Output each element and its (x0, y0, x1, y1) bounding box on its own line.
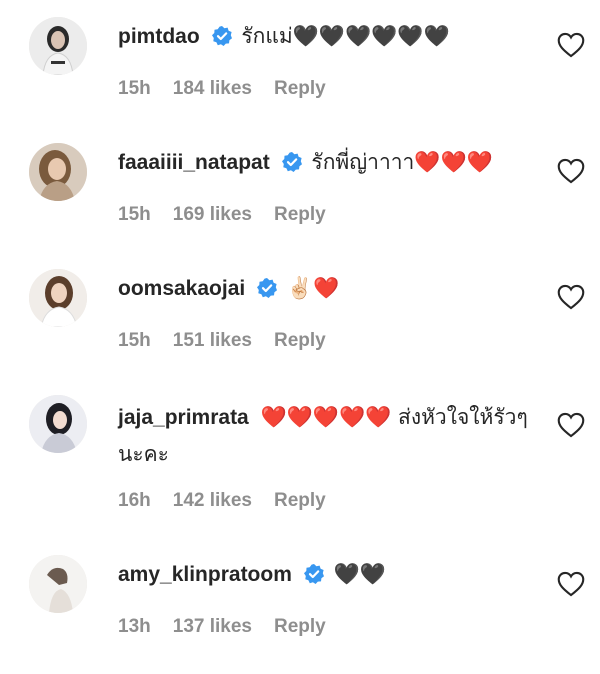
heart-outline-icon[interactable] (557, 284, 585, 310)
verified-badge-icon (281, 152, 302, 172)
comment-meta: 15h 169 likes Reply (118, 204, 348, 226)
comment-item: pimtdao รักแม่🖤🖤🖤🖤🖤🖤 15h 184 likes Reply (0, 0, 600, 126)
likes-count[interactable]: 142 likes (173, 490, 252, 511)
comment-time[interactable]: 15h (118, 330, 151, 351)
avatar[interactable] (29, 17, 87, 75)
comment-time[interactable]: 13h (118, 616, 151, 637)
avatar[interactable] (29, 269, 87, 327)
username[interactable]: amy_klinpratoom (118, 563, 292, 586)
comment-time[interactable]: 15h (118, 78, 151, 99)
comment-item: amy_klinpratoom 🖤🖤 13h 137 likes Reply (0, 538, 600, 674)
reply-button[interactable]: Reply (274, 204, 326, 225)
comment-text: รักแม่🖤🖤🖤🖤🖤🖤 (241, 24, 450, 48)
comment-meta: 13h 137 likes Reply (118, 616, 348, 638)
comment-text: ✌🏻❤️ (286, 276, 340, 300)
reply-button[interactable]: Reply (274, 490, 326, 511)
likes-count[interactable]: 169 likes (173, 204, 252, 225)
likes-count[interactable]: 184 likes (173, 78, 252, 99)
comment-item: jaja_primrata ❤️❤️❤️❤️❤️ ส่งหัวใจให้รัวๆ… (0, 378, 600, 538)
verified-badge-icon (303, 564, 324, 584)
comment-meta: 16h 142 likes Reply (118, 490, 348, 512)
avatar[interactable] (29, 395, 87, 453)
reply-button[interactable]: Reply (274, 616, 326, 637)
avatar[interactable] (29, 555, 87, 613)
comment-time[interactable]: 16h (118, 490, 151, 511)
verified-badge-icon (211, 26, 232, 46)
username[interactable]: pimtdao (118, 25, 200, 48)
heart-outline-icon[interactable] (557, 158, 585, 184)
comment-item: oomsakaojai ✌🏻❤️ 15h 151 likes Reply (0, 252, 600, 378)
avatar[interactable] (29, 143, 87, 201)
reply-button[interactable]: Reply (274, 78, 326, 99)
comment-meta: 15h 184 likes Reply (118, 78, 348, 100)
likes-count[interactable]: 151 likes (173, 330, 252, 351)
comment-text: รักพี่ญ่าาาา❤️❤️❤️ (311, 150, 493, 174)
reply-button[interactable]: Reply (274, 330, 326, 351)
comment-meta: 15h 151 likes Reply (118, 330, 348, 352)
comment-item: faaaiiii_natapat รักพี่ญ่าาาา❤️❤️❤️ 15h 1… (0, 126, 600, 252)
comment-list: pimtdao รักแม่🖤🖤🖤🖤🖤🖤 15h 184 likes Reply (0, 0, 600, 674)
username[interactable]: oomsakaojai (118, 277, 245, 300)
verified-badge-icon (257, 278, 278, 298)
heart-outline-icon[interactable] (557, 32, 585, 58)
heart-outline-icon[interactable] (557, 412, 585, 438)
comment-text: 🖤🖤 (333, 562, 386, 586)
username[interactable]: faaaiiii_natapat (118, 151, 270, 174)
heart-outline-icon[interactable] (557, 571, 585, 597)
likes-count[interactable]: 137 likes (173, 616, 252, 637)
username[interactable]: jaja_primrata (118, 406, 249, 429)
comment-time[interactable]: 15h (118, 204, 151, 225)
